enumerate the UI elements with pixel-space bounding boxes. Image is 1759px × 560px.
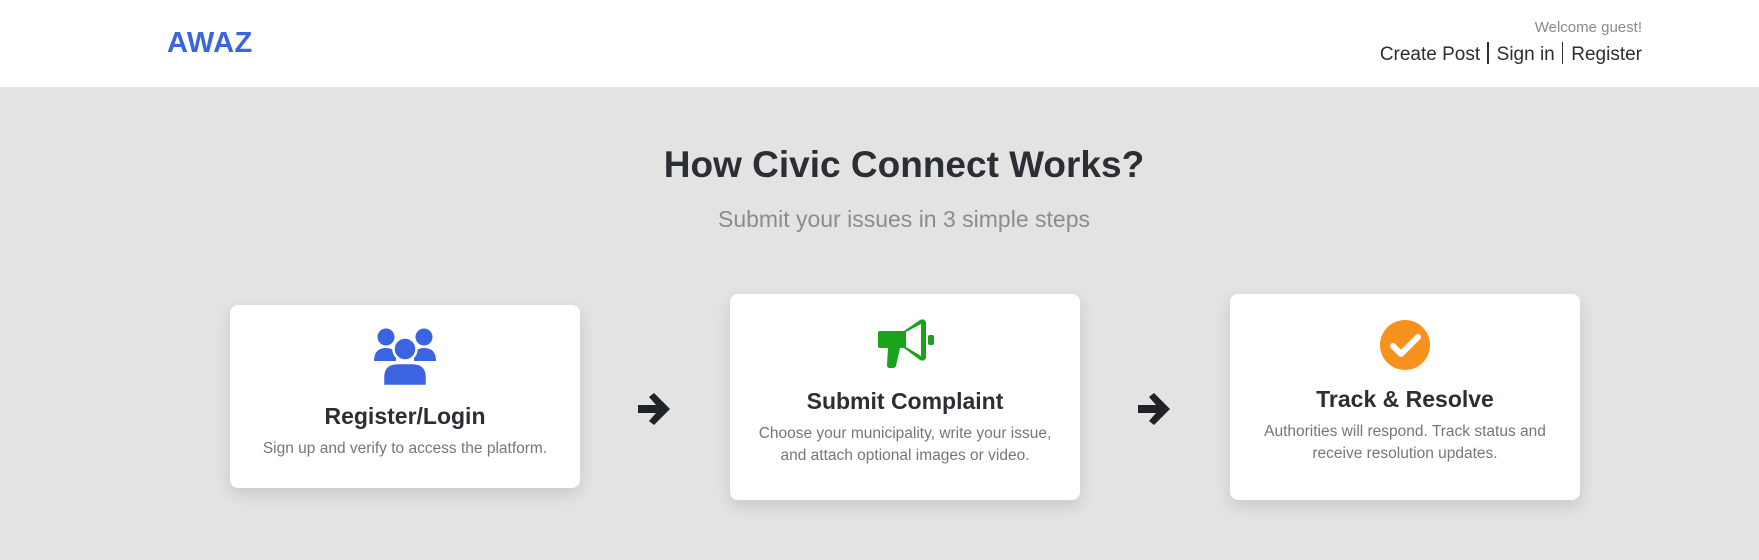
welcome-text: Welcome guest!: [1534, 19, 1642, 36]
step-title: Track & Resolve: [1316, 386, 1494, 412]
step-description: Sign up and verify to access the platfor…: [262, 440, 548, 457]
arrow-right-icon: [1138, 393, 1170, 425]
page-subtitle: Submit your issues in 3 simple steps: [718, 206, 1090, 232]
step-description: Authorities will respond. Track status a…: [1264, 423, 1546, 462]
step-title: Submit Complaint: [806, 388, 1004, 414]
check-circle-icon: [1380, 320, 1430, 370]
register-link[interactable]: Register: [1571, 44, 1642, 65]
top-navbar: AWAZ Welcome guest! Create Post Sign in Re…: [0, 0, 1759, 87]
step-title: Register/Login: [324, 403, 486, 429]
step-card-track: Track & Resolve Authorities will respond…: [1230, 294, 1580, 500]
sign-in-link[interactable]: Sign in: [1497, 44, 1555, 65]
user-nav: Welcome guest! Create Post Sign in Registe…: [1380, 18, 1642, 68]
step-description: Choose your municipality, write your iss…: [758, 425, 1052, 464]
users-icon: [374, 328, 436, 387]
nav-separator: [1561, 42, 1564, 64]
nav-links: Create Post Sign in Register: [1380, 42, 1642, 68]
megaphone-icon: [878, 319, 934, 368]
nav-separator: [1487, 42, 1489, 64]
create-post-link[interactable]: Create Post: [1380, 44, 1480, 65]
arrow-right-icon: [638, 393, 670, 425]
brand-logo-link[interactable]: AWAZ: [167, 27, 253, 60]
step-card-register: Register/Login Sign up and verify to acc…: [230, 305, 580, 488]
page-title: How Civic Connect Works?: [663, 144, 1145, 185]
step-card-submit: Submit Complaint Choose your municipalit…: [730, 294, 1080, 500]
